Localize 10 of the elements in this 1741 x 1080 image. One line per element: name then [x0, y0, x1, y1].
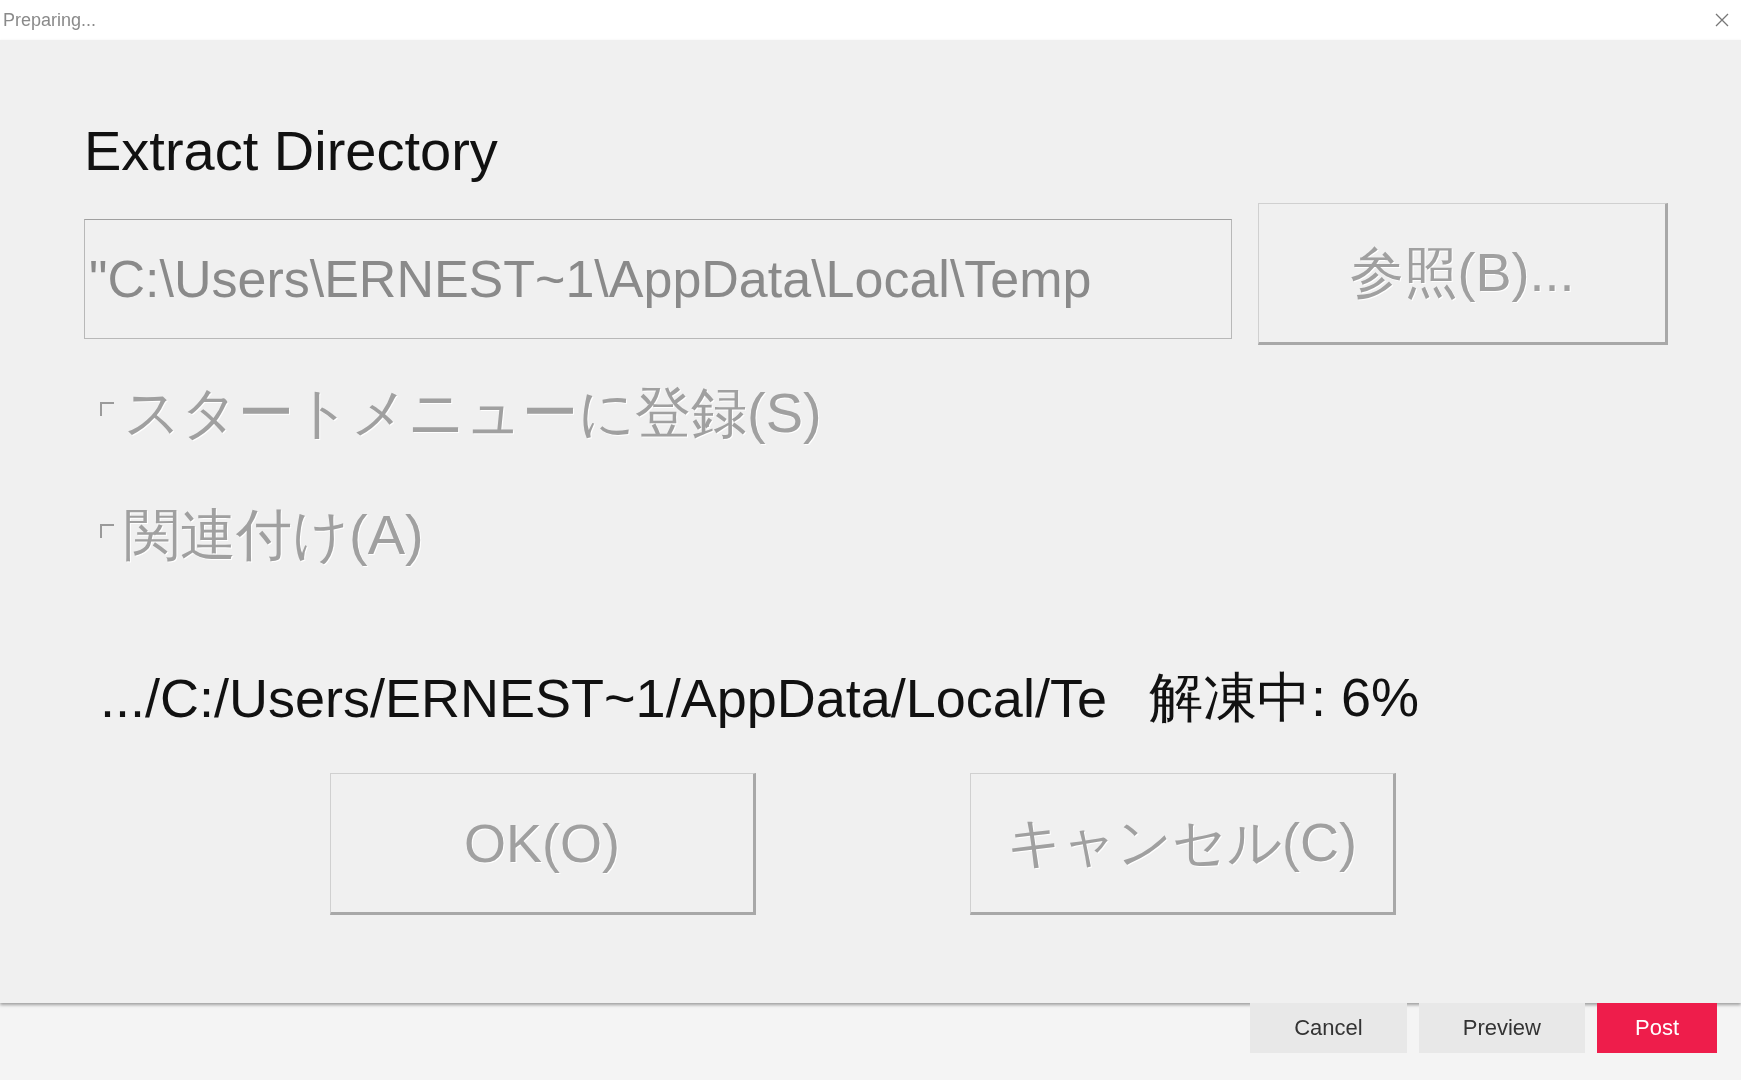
- progress-text: 解凍中: 6%: [1148, 665, 1419, 729]
- footer-button[interactable]: Preview: [1418, 1003, 1585, 1053]
- section-heading: Extract Directory: [84, 118, 499, 183]
- checkbox-label: 関連付け(A): [124, 502, 424, 568]
- close-icon[interactable]: [1713, 11, 1731, 29]
- post-button[interactable]: Post: [1596, 1003, 1717, 1053]
- extract-path-text: .../C:/Users/ERNEST~1/AppData/Local/Te: [100, 667, 1107, 729]
- footer-button[interactable]: Cancel: [1250, 1003, 1407, 1053]
- window-title: Preparing...: [3, 9, 97, 31]
- checkbox-label: スタートメニューに登録(S): [124, 380, 822, 446]
